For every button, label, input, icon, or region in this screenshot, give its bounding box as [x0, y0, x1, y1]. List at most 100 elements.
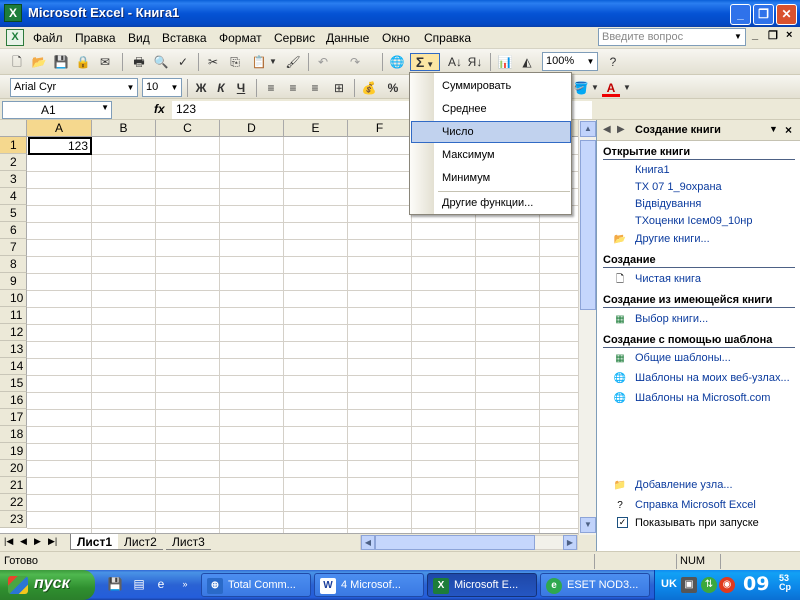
menu-help[interactable]: Справка	[424, 31, 471, 45]
cell-a1[interactable]: 123	[28, 137, 92, 155]
underline-button[interactable]: Ч	[232, 79, 250, 97]
row-header-3[interactable]: 3	[0, 171, 27, 188]
workbook-icon[interactable]: X	[6, 29, 24, 46]
row-header-16[interactable]: 16	[0, 392, 27, 409]
menu-item-average[interactable]: Среднее	[411, 98, 571, 120]
row-header-2[interactable]: 2	[0, 154, 27, 171]
scroll-right-icon[interactable]: ▶	[563, 535, 577, 550]
excel-app-icon[interactable]: X	[4, 4, 22, 22]
back-icon[interactable]: ◀	[603, 124, 611, 135]
align-left-icon[interactable]: ≡	[262, 79, 280, 97]
recent-book-3[interactable]: Відвідування	[635, 198, 701, 210]
font-combo[interactable]: Arial Cyr ▼	[10, 78, 138, 97]
startup-checkbox[interactable]: ✓	[617, 517, 628, 528]
row-header-11[interactable]: 11	[0, 307, 27, 324]
choose-workbook-link[interactable]: Выбор книги...	[635, 313, 708, 325]
chevron-down-icon[interactable]: ▼	[590, 79, 600, 97]
select-all-corner[interactable]	[0, 120, 27, 137]
chevron-down-icon[interactable]: ▼	[732, 29, 744, 45]
add-place-link[interactable]: Добавление узла...	[635, 479, 733, 491]
show-desktop-icon[interactable]: 💾	[106, 575, 124, 593]
start-button[interactable]: пуск	[0, 570, 95, 600]
format-painter-icon[interactable]: 🖌	[284, 53, 302, 71]
tray-network-icon[interactable]: ⇅	[701, 577, 717, 593]
chevron-down-icon[interactable]: ▼	[585, 54, 596, 69]
drawing-icon[interactable]: ◭	[518, 53, 536, 71]
row-header-14[interactable]: 14	[0, 358, 27, 375]
hscroll-thumb[interactable]	[375, 535, 535, 550]
row-header-12[interactable]: 12	[0, 324, 27, 341]
clock-minutes-day[interactable]: 53 Ср	[779, 574, 791, 592]
task-pane-close-icon[interactable]: ×	[785, 123, 792, 137]
column-header-b[interactable]: B	[92, 120, 156, 137]
name-box[interactable]: A1 ▼	[2, 101, 112, 119]
tray-app-icon[interactable]: ▣	[681, 577, 697, 593]
font-color-icon[interactable]: A	[602, 79, 620, 97]
column-header-c[interactable]: C	[156, 120, 220, 137]
help-icon[interactable]: ?	[604, 53, 622, 71]
chevron-down-icon[interactable]: ▼	[125, 80, 136, 95]
zoom-combo[interactable]: 100% ▼	[542, 52, 598, 71]
paste-icon[interactable]: 📋	[250, 53, 268, 71]
ask-question-box[interactable]: Введите вопрос ▼	[598, 28, 746, 46]
language-indicator[interactable]: UK	[661, 578, 677, 590]
taskbar-word[interactable]: W 4 Microsof...	[314, 573, 424, 597]
open-icon[interactable]: 📂	[30, 53, 48, 71]
first-sheet-icon[interactable]: |◀	[4, 536, 13, 547]
quicklaunch-app-icon[interactable]: ▤	[130, 575, 148, 593]
row-header-19[interactable]: 19	[0, 443, 27, 460]
align-right-icon[interactable]: ≡	[306, 79, 324, 97]
scroll-down-icon[interactable]: ▼	[580, 517, 596, 533]
column-header-e[interactable]: E	[284, 120, 348, 137]
blank-workbook-link[interactable]: Чистая книга	[635, 273, 701, 285]
recent-book-1[interactable]: Книга1	[635, 164, 670, 176]
italic-button[interactable]: К	[212, 79, 230, 97]
email-icon[interactable]: ✉	[96, 53, 114, 71]
row-header-21[interactable]: 21	[0, 477, 27, 494]
chevron-down-icon[interactable]: ▼	[769, 124, 778, 134]
column-header-a[interactable]: A	[27, 120, 92, 137]
menu-item-count[interactable]: Число	[411, 121, 571, 143]
next-sheet-icon[interactable]: ▶	[34, 536, 41, 547]
taskbar-excel[interactable]: X Microsoft E...	[427, 573, 537, 597]
row-header-6[interactable]: 6	[0, 222, 27, 239]
sort-descending-icon[interactable]: Я↓	[466, 53, 484, 71]
minimize-button[interactable]: _	[730, 4, 751, 25]
doc-restore-button[interactable]: ❐	[768, 29, 778, 42]
row-header-17[interactable]: 17	[0, 409, 27, 426]
bold-button[interactable]: Ж	[192, 79, 210, 97]
menu-view[interactable]: Вид	[128, 31, 150, 45]
row-header-20[interactable]: 20	[0, 460, 27, 477]
row-header-8[interactable]: 8	[0, 256, 27, 273]
save-icon[interactable]: 💾	[52, 53, 70, 71]
menu-item-max[interactable]: Максимум	[411, 144, 571, 166]
forward-icon[interactable]: ▶	[617, 124, 625, 135]
last-sheet-icon[interactable]: ▶|	[48, 536, 57, 547]
menu-item-sum[interactable]: Суммировать	[411, 75, 571, 97]
internet-explorer-icon[interactable]: e	[152, 575, 170, 593]
doc-close-button[interactable]: ×	[786, 29, 792, 41]
currency-icon[interactable]: 💰	[360, 79, 378, 97]
row-header-9[interactable]: 9	[0, 273, 27, 290]
taskbar-total-commander[interactable]: ⊕ Total Comm...	[201, 573, 311, 597]
chevron-down-icon[interactable]: ▼	[268, 53, 278, 71]
horizontal-scrollbar[interactable]: ◀ ▶	[360, 535, 578, 550]
menu-item-min[interactable]: Минимум	[411, 167, 571, 189]
menu-insert[interactable]: Вставка	[162, 31, 207, 45]
row-header-7[interactable]: 7	[0, 239, 27, 256]
insert-function-icon[interactable]: fx	[154, 102, 165, 116]
more-books-link[interactable]: Другие книги...	[635, 233, 710, 245]
hyperlink-icon[interactable]: 🌐	[388, 53, 406, 71]
scroll-up-icon[interactable]: ▲	[580, 121, 596, 137]
scroll-thumb[interactable]	[580, 140, 596, 310]
chevron-down-icon[interactable]: ▼	[622, 79, 632, 97]
new-icon[interactable]: 🗋	[8, 53, 26, 71]
tray-antivirus-icon[interactable]: ◉	[719, 577, 735, 593]
sheet-tab-1[interactable]: Лист1	[70, 534, 120, 550]
maximize-button[interactable]: ❐	[753, 4, 774, 25]
web-templates-link[interactable]: Шаблоны на моих веб-узлах...	[635, 372, 790, 384]
merge-center-icon[interactable]: ⊞	[330, 79, 348, 97]
row-header-13[interactable]: 13	[0, 341, 27, 358]
chart-wizard-icon[interactable]: 📊	[496, 53, 514, 71]
scroll-left-icon[interactable]: ◀	[361, 535, 375, 550]
